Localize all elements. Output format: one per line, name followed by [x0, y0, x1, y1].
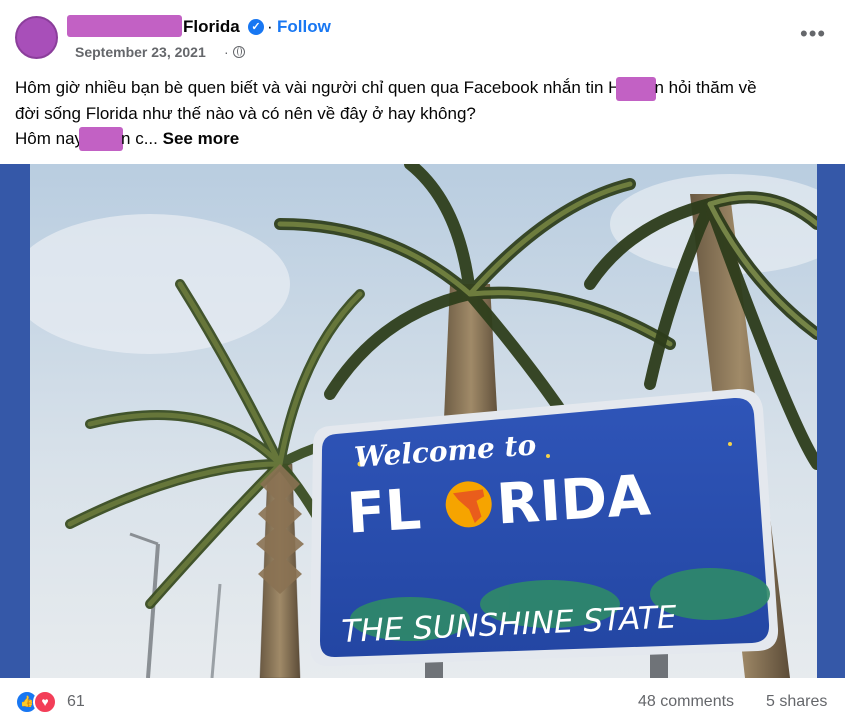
shares-count-link[interactable]: 5 shares [766, 693, 827, 711]
text-segment: Hôm nay [15, 128, 84, 148]
date-separator: · [224, 44, 229, 60]
post-photo[interactable]: Welcome to FL RIDA THE SUNSHINE STATE [30, 164, 817, 678]
redacted-text [79, 127, 124, 152]
page-name[interactable]: Florida [183, 17, 240, 37]
sign-rida-text: RIDA [495, 463, 653, 537]
facebook-post: Florida ✓ · Follow September 23, 2021 · … [0, 0, 845, 714]
post-date[interactable]: September 23, 2021 [75, 44, 206, 60]
post-text: Hôm giờ nhiều bạn bè quen biết và vài ng… [15, 75, 830, 152]
separator-dot: · [267, 17, 273, 36]
post-image-frame[interactable]: Welcome to FL RIDA THE SUNSHINE STATE [0, 164, 845, 678]
more-options-icon[interactable]: ••• [800, 23, 826, 45]
redacted-name [67, 15, 182, 37]
globe-icon [233, 46, 245, 58]
reaction-count[interactable]: 61 [67, 693, 85, 711]
heart-icon: ♥ [33, 690, 57, 714]
follow-button[interactable]: Follow [277, 17, 331, 37]
comments-count-link[interactable]: 48 comments [638, 693, 734, 711]
sign-fl-text: FL [345, 477, 423, 546]
verified-badge-icon: ✓ [248, 19, 264, 35]
post-text-line-3: Hôm nay n c... See more [15, 126, 830, 152]
see-more-link[interactable]: See more [163, 129, 240, 148]
photo-scene: Welcome to FL RIDA THE SUNSHINE STATE [30, 164, 817, 678]
text-segment: n c... [121, 128, 158, 148]
welcome-sign: Welcome to FL RIDA THE SUNSHINE STATE [310, 388, 779, 667]
redacted-text [616, 76, 657, 101]
post-text-line-1: Hôm giờ nhiều bạn bè quen biết và vài ng… [15, 75, 830, 101]
page-avatar[interactable] [15, 16, 58, 59]
text-segment: n hỏi thăm về [654, 78, 757, 97]
post-text-line-2: đời sống Florida như thế nào và có nên v… [15, 103, 476, 123]
text-segment: Hôm giờ nhiều bạn bè quen biết và vài ng… [15, 78, 621, 97]
